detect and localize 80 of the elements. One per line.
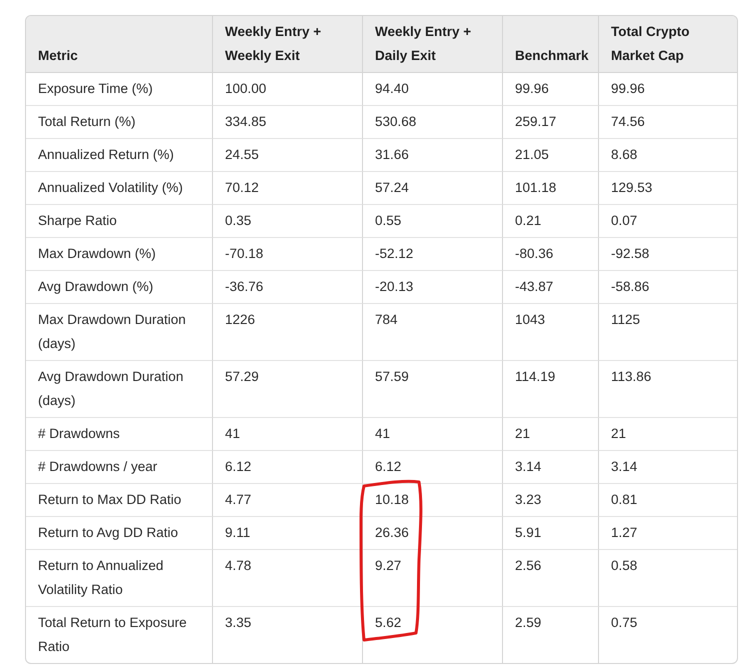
table-cell: 9.11 <box>213 517 363 550</box>
table-cell: 74.56 <box>599 106 737 139</box>
table-cell: 26.36 <box>363 517 503 550</box>
table-cell: -36.76 <box>213 271 363 304</box>
table-cell: -70.18 <box>213 238 363 271</box>
table-cell: 57.24 <box>363 172 503 205</box>
table-cell: Total Return to Exposure Ratio <box>26 607 213 663</box>
table-cell: 113.86 <box>599 361 737 418</box>
table-cell: 1.27 <box>599 517 737 550</box>
table-cell: Avg Drawdown Duration (days) <box>26 361 213 418</box>
table-cell: Total Return (%) <box>26 106 213 139</box>
table-cell: 31.66 <box>363 139 503 172</box>
table-cell: -43.87 <box>503 271 599 304</box>
table-cell: Annualized Volatility (%) <box>26 172 213 205</box>
table-cell: 2.56 <box>503 550 599 607</box>
table-cell: Avg Drawdown (%) <box>26 271 213 304</box>
table-cell: Max Drawdown (%) <box>26 238 213 271</box>
table-cell: 0.07 <box>599 205 737 238</box>
table-cell: 3.35 <box>213 607 363 663</box>
table-cell: 0.21 <box>503 205 599 238</box>
table-cell: 0.35 <box>213 205 363 238</box>
table-cell: 99.96 <box>503 73 599 106</box>
column-header: Benchmark <box>503 16 599 73</box>
table-cell: 784 <box>363 304 503 361</box>
table-cell: 3.14 <box>599 451 737 484</box>
table-cell: -52.12 <box>363 238 503 271</box>
table-cell: 21 <box>599 418 737 451</box>
table-cell: 6.12 <box>213 451 363 484</box>
table-cell: 114.19 <box>503 361 599 418</box>
table-cell: -20.13 <box>363 271 503 304</box>
table-cell: 129.53 <box>599 172 737 205</box>
table-cell: 10.18 <box>363 484 503 517</box>
table-cell: 1125 <box>599 304 737 361</box>
table-cell: 6.12 <box>363 451 503 484</box>
table-cell: 4.78 <box>213 550 363 607</box>
table-cell: -58.86 <box>599 271 737 304</box>
table-cell: Max Drawdown Duration (days) <box>26 304 213 361</box>
table-cell: 9.27 <box>363 550 503 607</box>
column-header: Weekly Entry + Daily Exit <box>363 16 503 73</box>
table-cell: 0.58 <box>599 550 737 607</box>
table-cell: -92.58 <box>599 238 737 271</box>
table-cell: 21.05 <box>503 139 599 172</box>
table-cell: 21 <box>503 418 599 451</box>
table-cell: 8.68 <box>599 139 737 172</box>
table-cell: 0.55 <box>363 205 503 238</box>
table-cell: 1226 <box>213 304 363 361</box>
table-cell: # Drawdowns / year <box>26 451 213 484</box>
table-cell: 57.29 <box>213 361 363 418</box>
table-cell: 57.59 <box>363 361 503 418</box>
table-cell: 100.00 <box>213 73 363 106</box>
table-cell: 3.14 <box>503 451 599 484</box>
table-cell: 94.40 <box>363 73 503 106</box>
table-cell: 101.18 <box>503 172 599 205</box>
table-cell: 5.91 <box>503 517 599 550</box>
table-cell: 24.55 <box>213 139 363 172</box>
table-cell: Sharpe Ratio <box>26 205 213 238</box>
table-cell: 99.96 <box>599 73 737 106</box>
column-header: Weekly Entry + Weekly Exit <box>213 16 363 73</box>
table-cell: 0.81 <box>599 484 737 517</box>
column-header: Metric <box>26 16 213 73</box>
table-cell: Return to Annualized Volatility Ratio <box>26 550 213 607</box>
table-cell: Return to Avg DD Ratio <box>26 517 213 550</box>
table-cell: 2.59 <box>503 607 599 663</box>
table-cell: 5.62 <box>363 607 503 663</box>
table-cell: 530.68 <box>363 106 503 139</box>
table-cell: Exposure Time (%) <box>26 73 213 106</box>
table-cell: 4.77 <box>213 484 363 517</box>
table-cell: 41 <box>213 418 363 451</box>
table-cell: 3.23 <box>503 484 599 517</box>
table-cell: Annualized Return (%) <box>26 139 213 172</box>
table-cell: Return to Max DD Ratio <box>26 484 213 517</box>
table-cell: # Drawdowns <box>26 418 213 451</box>
table-cell: -80.36 <box>503 238 599 271</box>
table-cell: 41 <box>363 418 503 451</box>
table-cell-text: 0.75 <box>610 614 638 632</box>
table-cell: 70.12 <box>213 172 363 205</box>
column-header: Total Crypto Market Cap <box>599 16 737 73</box>
table-cell: 259.17 <box>503 106 599 139</box>
table-cell: 334.85 <box>213 106 363 139</box>
table-cell: 1043 <box>503 304 599 361</box>
